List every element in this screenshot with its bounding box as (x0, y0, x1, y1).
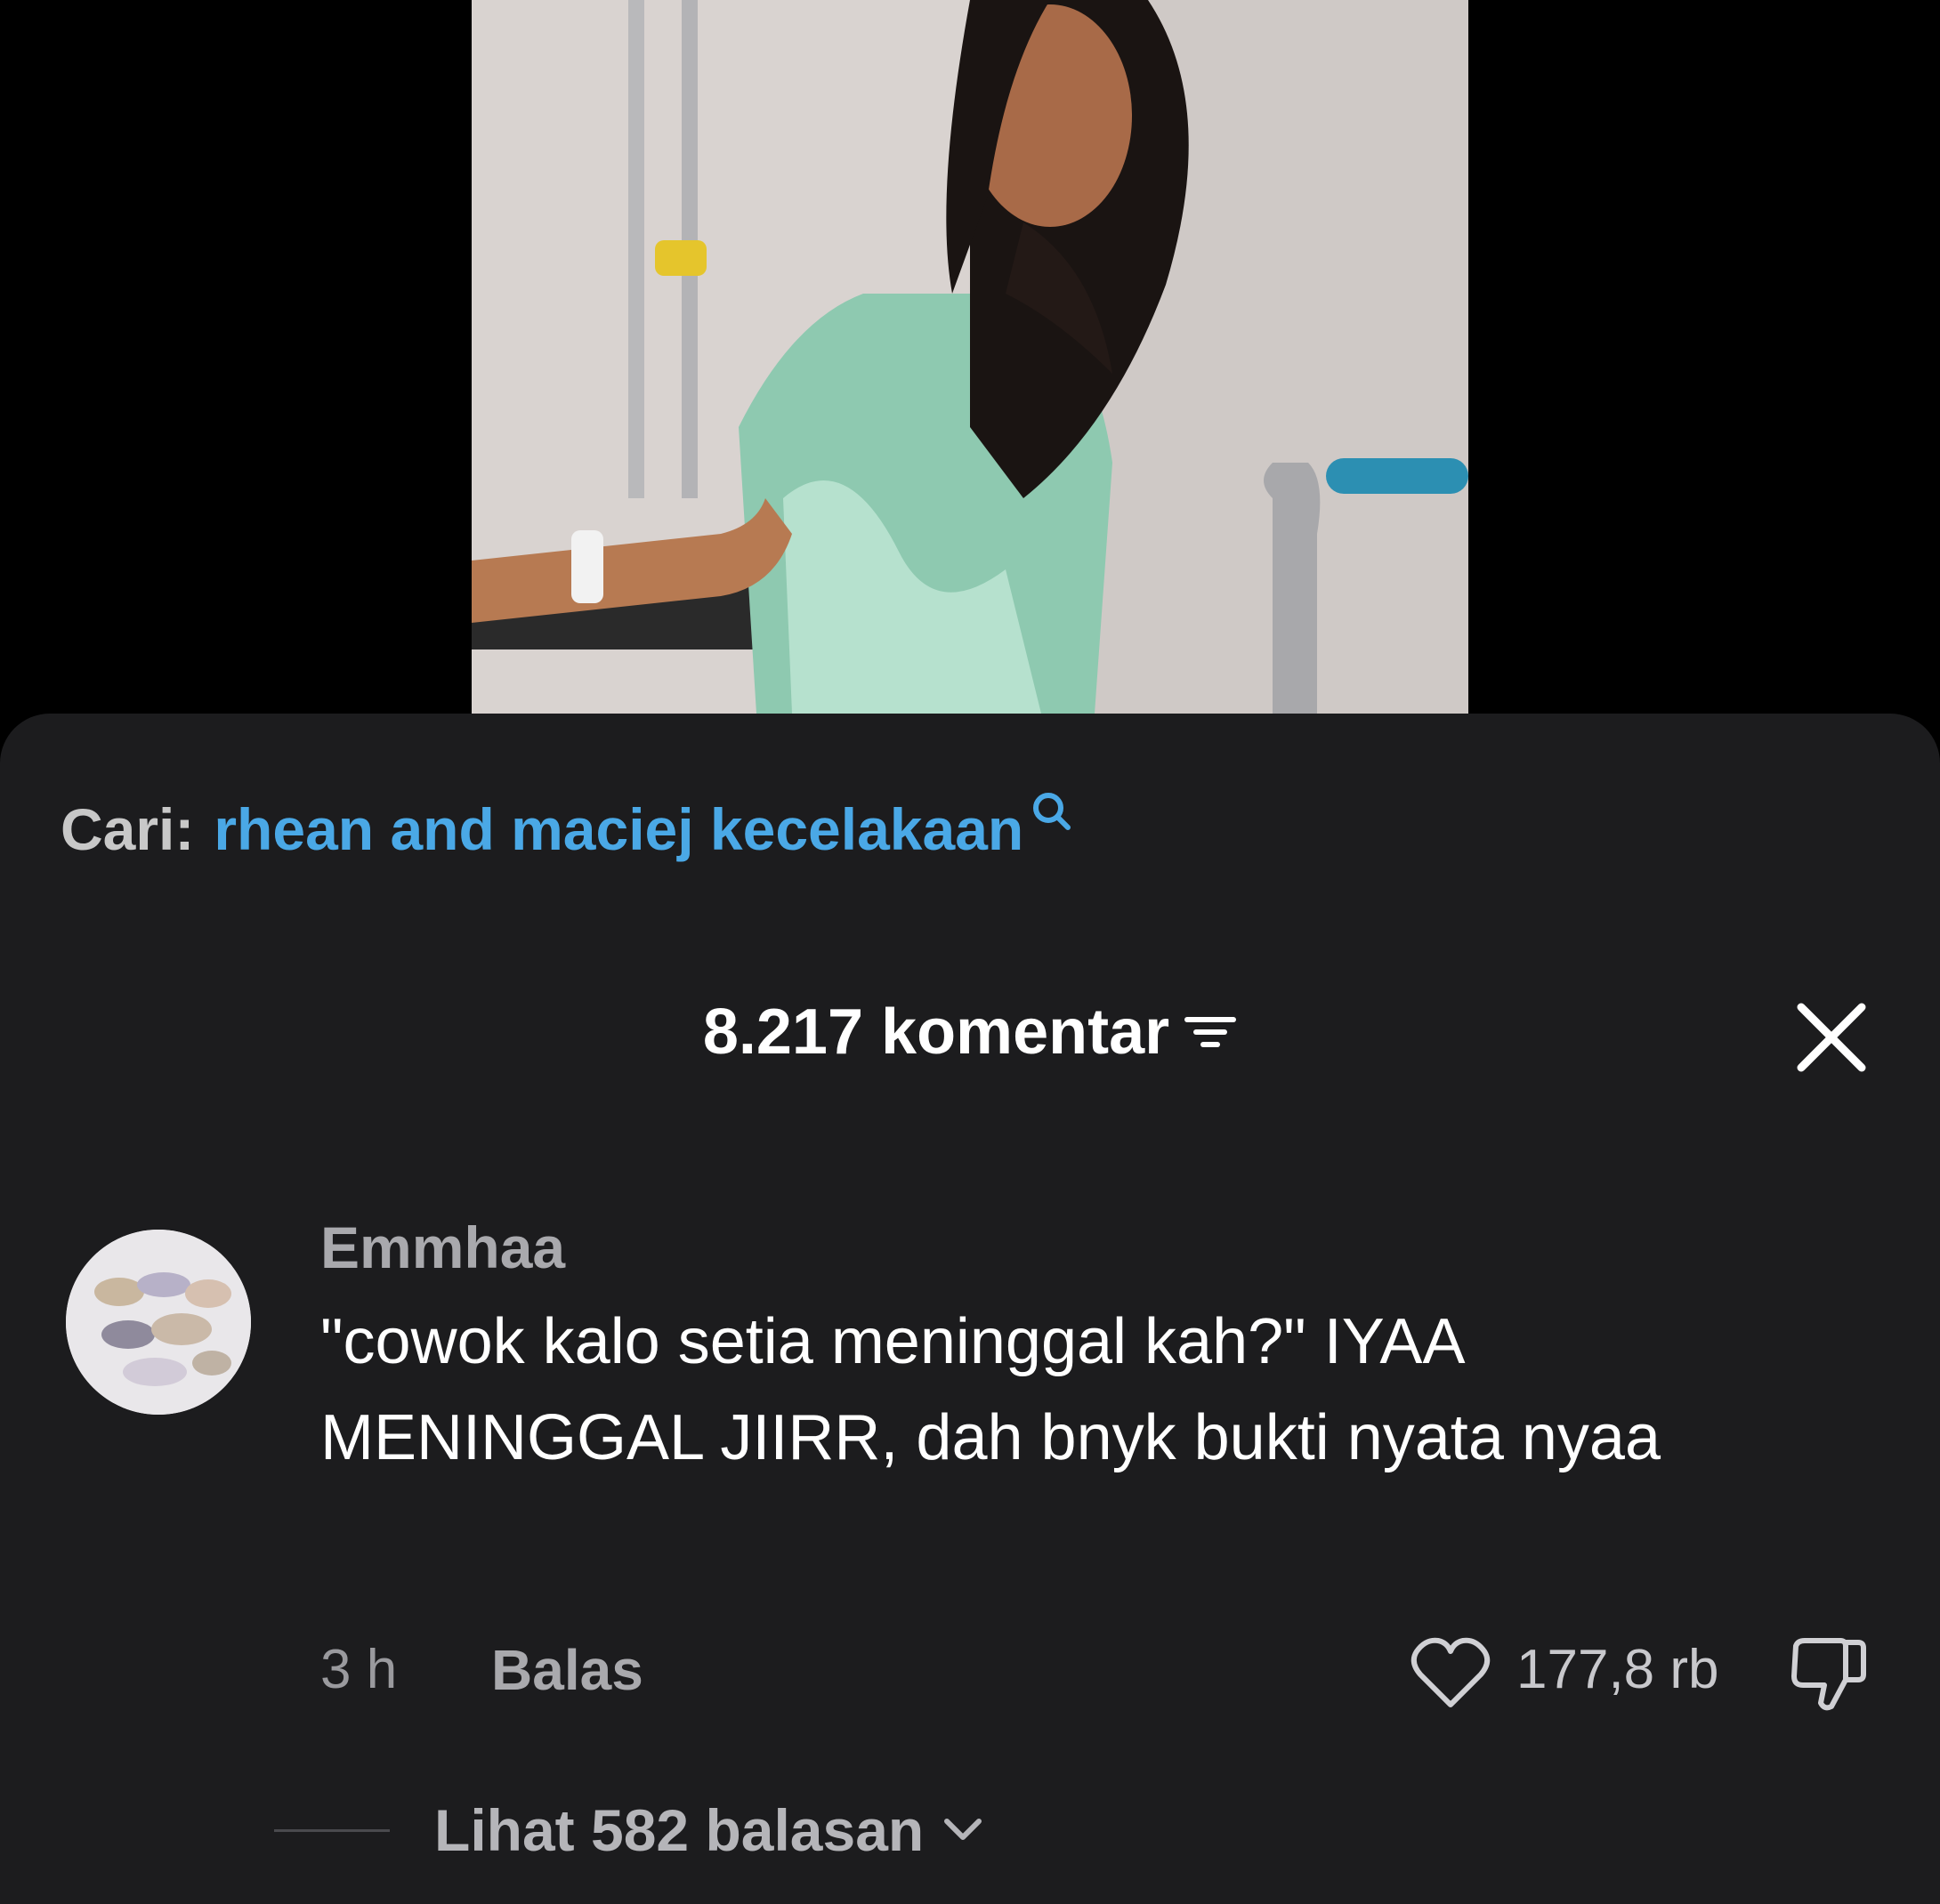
comment-username[interactable]: Emmhaa (320, 1212, 565, 1283)
avatar[interactable] (66, 1230, 251, 1415)
view-replies-button[interactable]: Lihat 582 balasan (434, 1790, 984, 1870)
search-icon[interactable] (1029, 788, 1075, 835)
comments-sheet: Cari: rhean and maciej kecelakaan 8.217 … (0, 714, 1940, 1904)
replies-divider (274, 1829, 390, 1832)
view-replies-label: Lihat 582 balasan (434, 1797, 925, 1863)
thumbs-down-icon[interactable] (1787, 1635, 1869, 1712)
avatar-image (66, 1230, 251, 1415)
close-icon[interactable] (1789, 995, 1874, 1080)
heart-icon[interactable] (1410, 1637, 1491, 1710)
filter-icon[interactable] (1184, 1011, 1237, 1053)
search-suggestion[interactable]: Cari: rhean and maciej kecelakaan (61, 793, 1075, 865)
comments-header: 8.217 komentar (0, 988, 1940, 1077)
video-frame-image (472, 0, 1468, 714)
comment-text: "cowok kalo setia meninggal kah?" IYAA M… (320, 1306, 1661, 1473)
view-replies-row: Lihat 582 balasan (0, 1790, 1940, 1870)
chevron-down-icon (944, 1819, 982, 1840)
video-thumbnail[interactable] (472, 0, 1468, 714)
comment-actions: 3 h Balas 177,8 rb (0, 1630, 1940, 1712)
comment-count: 8.217 komentar (702, 996, 1170, 1068)
search-prefix: Cari: (61, 796, 195, 862)
reply-button[interactable]: Balas (491, 1630, 643, 1710)
comment-timestamp: 3 h (320, 1639, 398, 1700)
search-query-link[interactable]: rhean and maciej kecelakaan (214, 795, 1023, 863)
like-count: 177,8 rb (1516, 1639, 1719, 1700)
